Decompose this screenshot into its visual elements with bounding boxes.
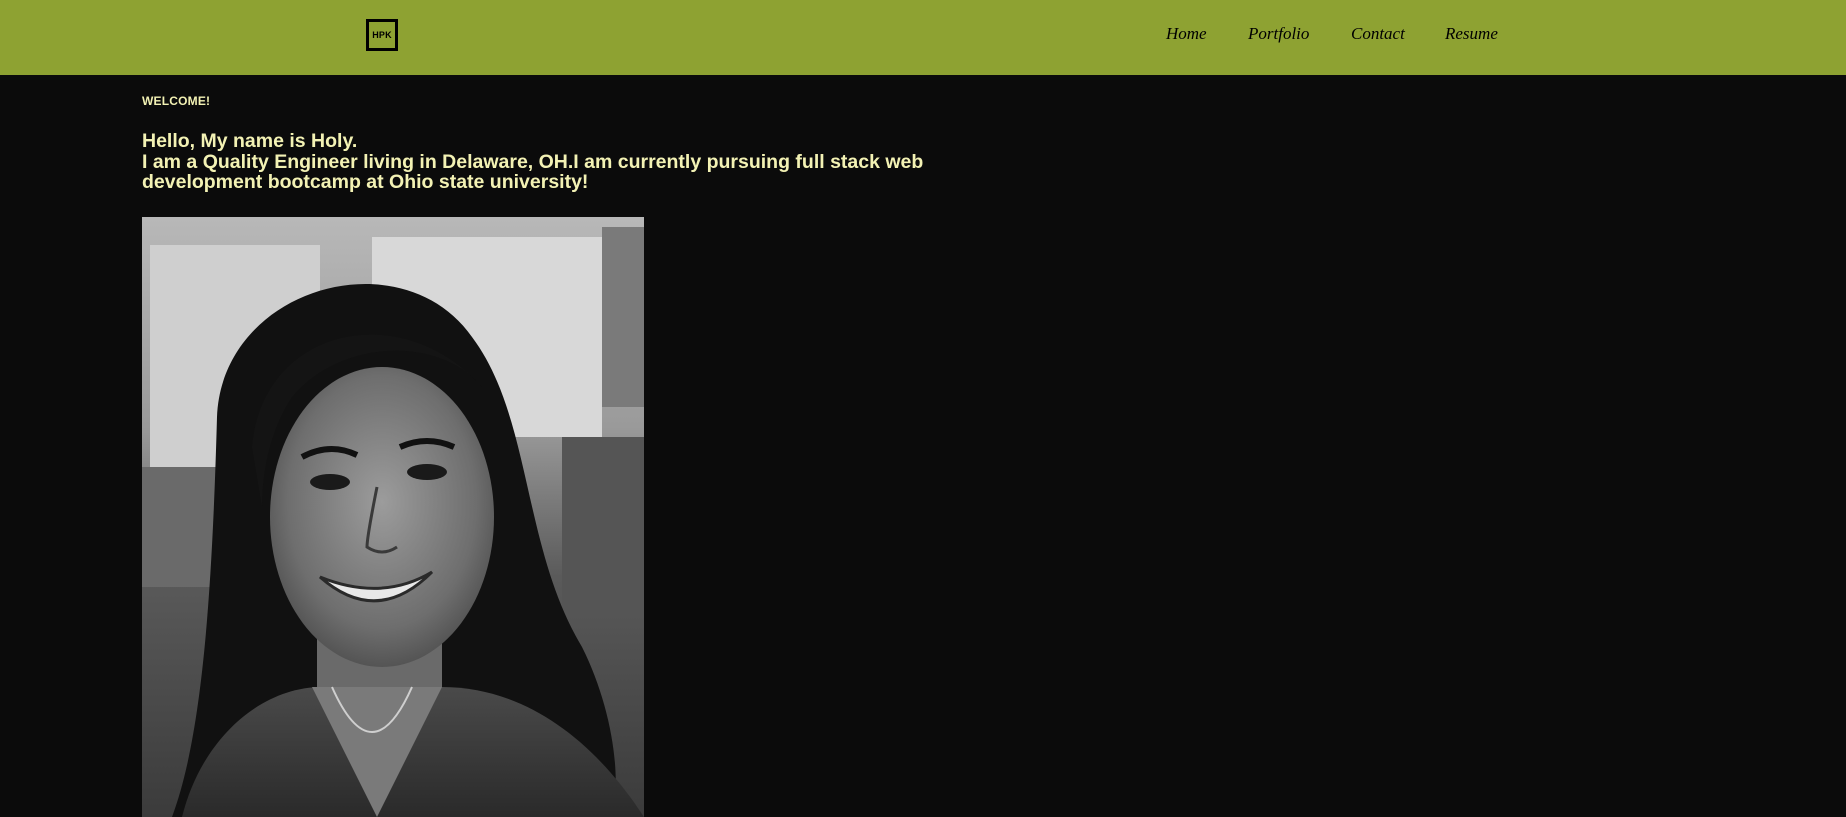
nav-link-portfolio[interactable]: Portfolio — [1248, 24, 1309, 44]
intro-text: Hello, My name is Holy. I am a Quality E… — [142, 131, 972, 193]
nav-links: Home Portfolio Contact Resume — [0, 24, 1846, 48]
nav-link-home[interactable]: Home — [1166, 24, 1207, 44]
intro-description: I am a Quality Engineer living in Delawa… — [142, 150, 924, 193]
navbar: HPK Home Portfolio Contact Resume — [0, 0, 1846, 75]
welcome-label: WELCOME! — [142, 94, 211, 108]
portrait-image — [142, 217, 644, 817]
profile-photo — [142, 217, 644, 817]
nav-link-contact[interactable]: Contact — [1351, 24, 1405, 44]
nav-link-resume[interactable]: Resume — [1445, 24, 1498, 44]
intro-greeting: Hello, My name is Holy. — [142, 130, 358, 152]
